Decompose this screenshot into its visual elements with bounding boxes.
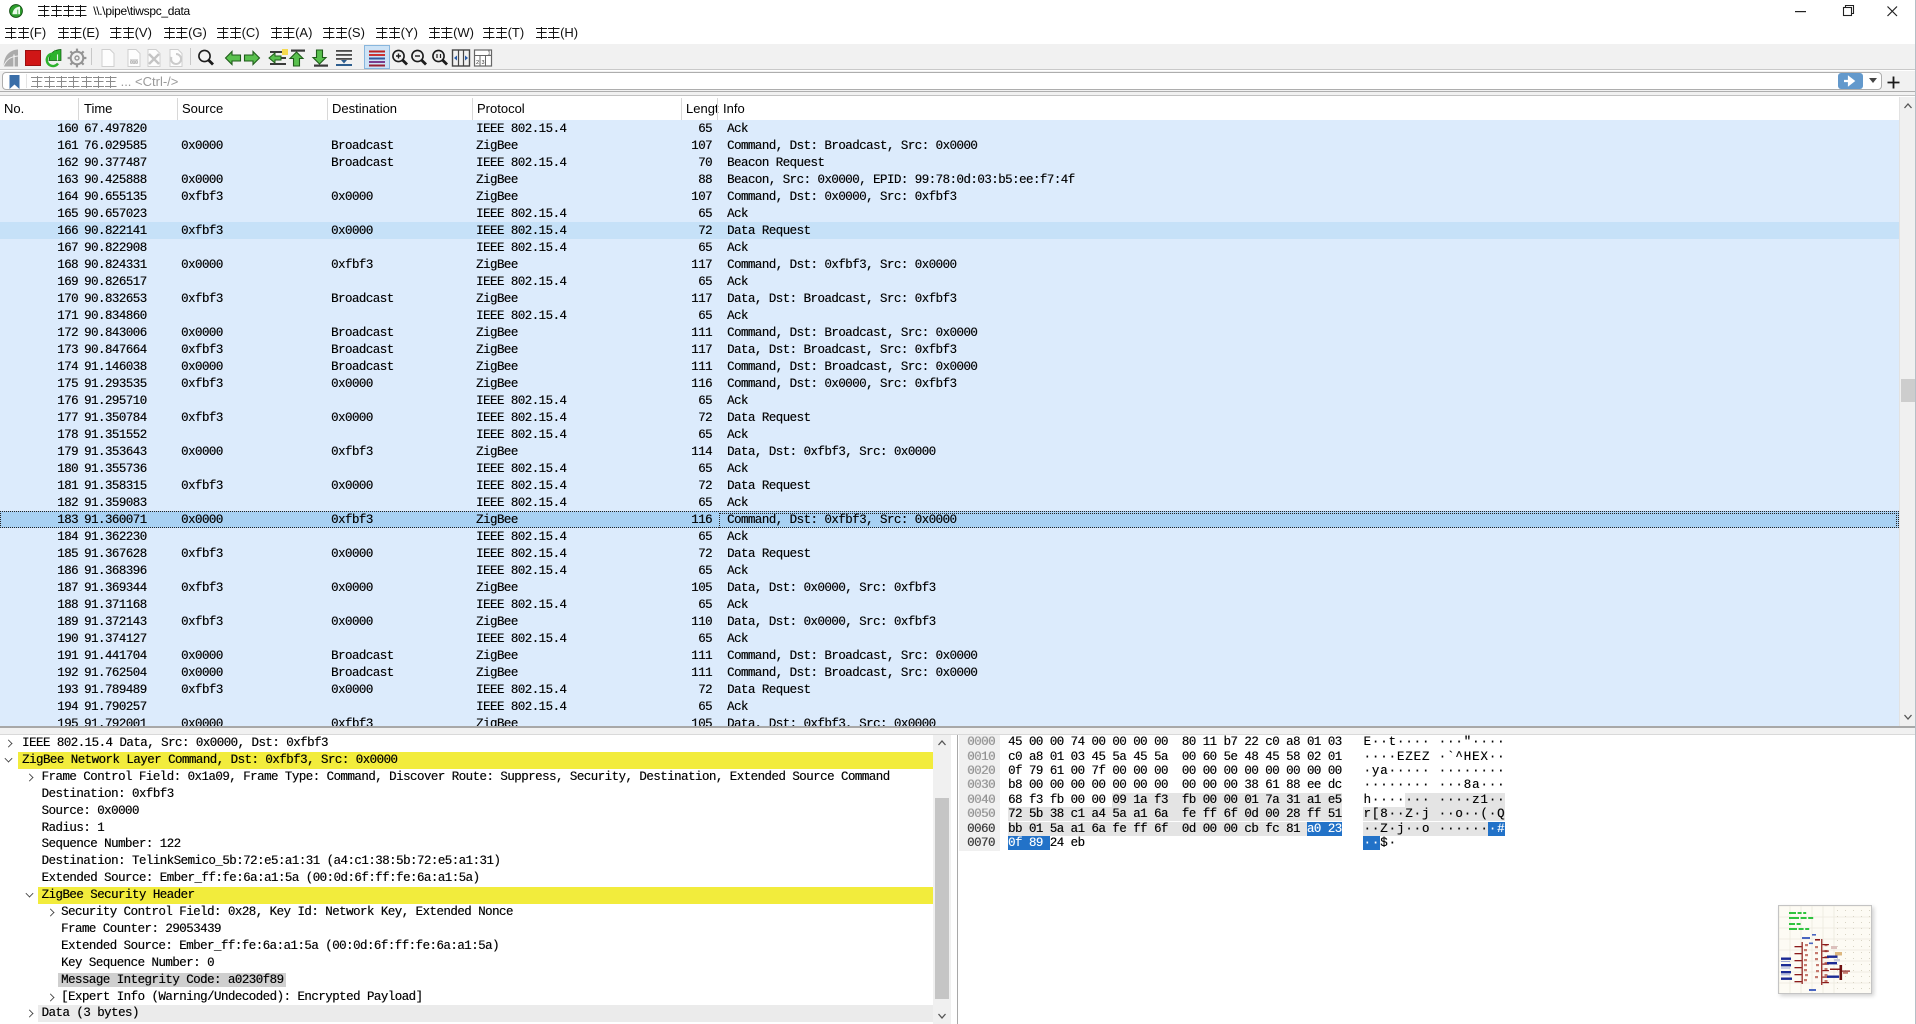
svg-text:010: 010 bbox=[130, 60, 138, 65]
svg-text:2: 2 bbox=[476, 60, 479, 66]
svg-text:3: 3 bbox=[482, 60, 485, 66]
svg-text:1: 1 bbox=[488, 51, 491, 57]
